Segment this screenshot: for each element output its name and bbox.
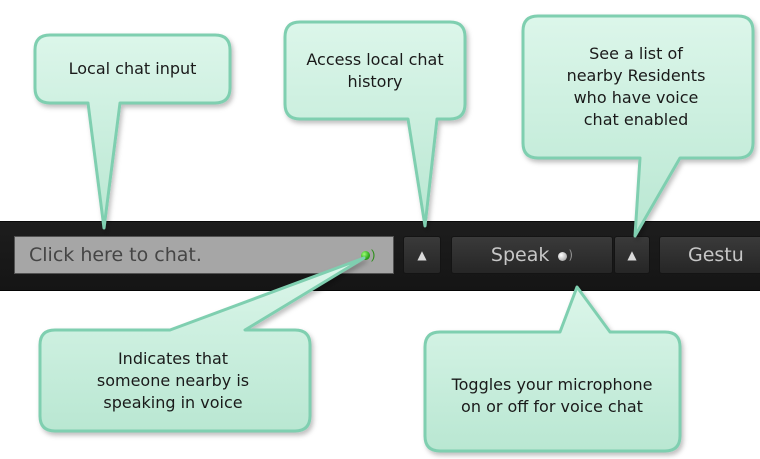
voice-wave-icon: )	[371, 247, 376, 262]
callout-mic-toggle-text: Toggles your microphone on or off for vo…	[451, 375, 653, 416]
gestures-button[interactable]: Gestu	[659, 236, 760, 274]
chat-input[interactable]	[14, 236, 394, 274]
microphone-wave-icon: )	[568, 248, 574, 262]
nearby-voice-list-button[interactable]: ▲	[614, 236, 650, 274]
chevron-up-icon: ▲	[627, 248, 637, 262]
chat-history-button[interactable]: ▲	[403, 236, 441, 274]
gestures-label: Gestu	[688, 244, 744, 266]
speak-button[interactable]: Speak )	[451, 236, 613, 274]
voice-indicator-icon	[361, 251, 370, 260]
callout-speaking-indicator-text: Indicates that someone nearby is speakin…	[96, 349, 250, 412]
chevron-up-icon: ▲	[417, 248, 427, 262]
callout-nearby-voice-text: See a list of nearby Residents who have …	[566, 44, 706, 129]
microphone-status-icon	[558, 251, 568, 261]
callout-chat-history-text: Access local chat history	[306, 50, 444, 91]
callout-chat-input-text: Local chat input	[68, 59, 197, 78]
speak-label: Speak	[490, 244, 550, 266]
bottom-toolbar: ) ▲ Speak ) ▲ Gestu	[0, 221, 760, 291]
